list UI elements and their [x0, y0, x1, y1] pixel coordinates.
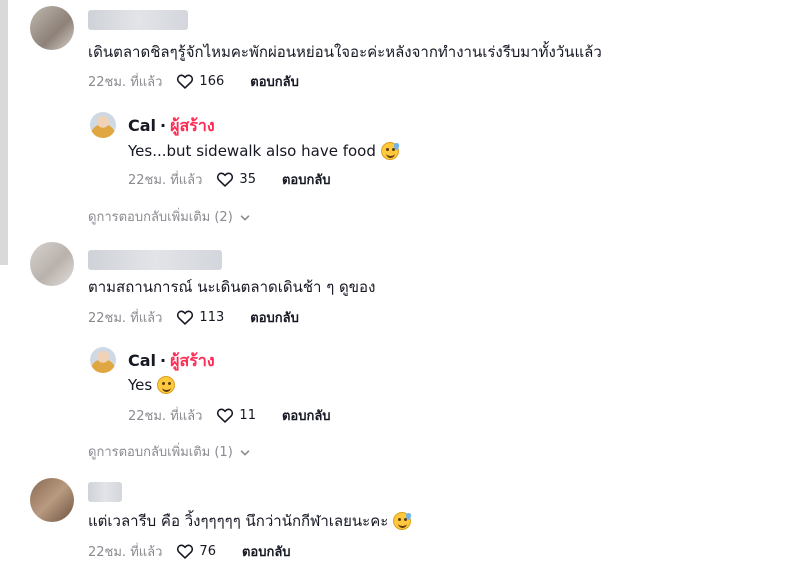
- comment-meta: 22ชม. ที่แล้ว 76 ตอบกลับ: [88, 541, 291, 561]
- comment-meta: 22ชม. ที่แล้ว 113 ตอบกลับ: [88, 307, 299, 327]
- comment-meta: 22ชม. ที่แล้ว 166 ตอบกลับ: [88, 71, 299, 91]
- avatar[interactable]: [30, 478, 74, 522]
- heart-icon: [177, 310, 194, 325]
- like-count: 11: [239, 407, 256, 423]
- sweat-smile-emoji-icon: [393, 512, 412, 530]
- reply-time: 22ชม. ที่แล้ว: [128, 408, 203, 424]
- creator-badge: ผู้สร้าง: [170, 116, 215, 135]
- heart-icon: [177, 74, 194, 89]
- reply-button[interactable]: ตอบกลับ: [250, 71, 299, 92]
- reply-button[interactable]: ตอบกลับ: [282, 169, 331, 190]
- like-count: 113: [199, 309, 225, 325]
- like-button[interactable]: 76: [176, 543, 216, 559]
- avatar[interactable]: [30, 6, 74, 50]
- reply-text: Yes: [128, 375, 176, 395]
- view-more-replies-button[interactable]: ดูการตอบกลับเพิ่มเติม (1): [88, 443, 251, 463]
- reply-meta: 22ชม. ที่แล้ว 35 ตอบกลับ: [128, 169, 331, 189]
- separator-dot: ·: [160, 351, 167, 370]
- comment-text: แต่เวลารีบ คือ วิ้งๆๆๆๆๆ นึกว่านักกีฬาเล…: [88, 511, 412, 531]
- sweat-smile-emoji-icon: [380, 142, 399, 160]
- reply-author[interactable]: Cal · ผู้สร้าง: [128, 351, 215, 371]
- username-blurred[interactable]: [88, 250, 222, 270]
- heart-icon: [217, 172, 234, 187]
- reply-text-content: Yes: [128, 376, 153, 394]
- like-button[interactable]: 113: [176, 309, 224, 325]
- username-blurred[interactable]: [88, 10, 188, 30]
- heart-icon: [177, 544, 194, 559]
- chevron-down-icon: [240, 215, 250, 221]
- avatar[interactable]: [30, 242, 74, 286]
- creator-badge: ผู้สร้าง: [170, 351, 215, 370]
- reply-author[interactable]: Cal · ผู้สร้าง: [128, 116, 215, 136]
- reply-time: 22ชม. ที่แล้ว: [128, 172, 203, 188]
- chevron-down-icon: [240, 450, 250, 456]
- separator-dot: ·: [160, 116, 167, 135]
- like-count: 76: [199, 543, 216, 559]
- like-button[interactable]: 166: [176, 73, 224, 89]
- view-more-replies-button[interactable]: ดูการตอบกลับเพิ่มเติม (2): [88, 208, 251, 228]
- reply-text: Yes...but sidewalk also have food: [128, 141, 399, 161]
- scroll-rail: [0, 0, 8, 265]
- creator-avatar[interactable]: [90, 347, 116, 373]
- view-more-replies-label: ดูการตอบกลับเพิ่มเติม (1): [88, 445, 233, 460]
- view-more-replies-label: ดูการตอบกลับเพิ่มเติม (2): [88, 210, 233, 225]
- comment-time: 22ชม. ที่แล้ว: [88, 310, 163, 326]
- smile-emoji-icon: [157, 376, 176, 394]
- comment-text: ตามสถานการณ์ นะเดินตลาดเดินช้า ๆ ดูของ: [88, 278, 376, 296]
- like-button[interactable]: 11: [216, 407, 256, 423]
- creator-name[interactable]: Cal: [128, 351, 156, 370]
- reply-meta: 22ชม. ที่แล้ว 11 ตอบกลับ: [128, 405, 331, 425]
- reply-text-content: Yes...but sidewalk also have food: [128, 142, 376, 160]
- like-count: 166: [199, 73, 225, 89]
- comment-time: 22ชม. ที่แล้ว: [88, 74, 163, 90]
- like-count: 35: [239, 171, 256, 187]
- comment-text: เดินตลาดชิลๆรู้จักไหมคะพักผ่อนหย่อนใจอะค…: [88, 43, 602, 61]
- comment-time: 22ชม. ที่แล้ว: [88, 544, 163, 560]
- reply-button[interactable]: ตอบกลับ: [282, 405, 331, 426]
- reply-button[interactable]: ตอบกลับ: [242, 541, 291, 562]
- creator-name[interactable]: Cal: [128, 116, 156, 135]
- heart-icon: [217, 408, 234, 423]
- username-blurred[interactable]: [88, 482, 122, 502]
- comment-text-content: แต่เวลารีบ คือ วิ้งๆๆๆๆๆ นึกว่านักกีฬาเล…: [88, 512, 389, 530]
- like-button[interactable]: 35: [216, 171, 256, 187]
- creator-avatar[interactable]: [90, 112, 116, 138]
- reply-button[interactable]: ตอบกลับ: [250, 307, 299, 328]
